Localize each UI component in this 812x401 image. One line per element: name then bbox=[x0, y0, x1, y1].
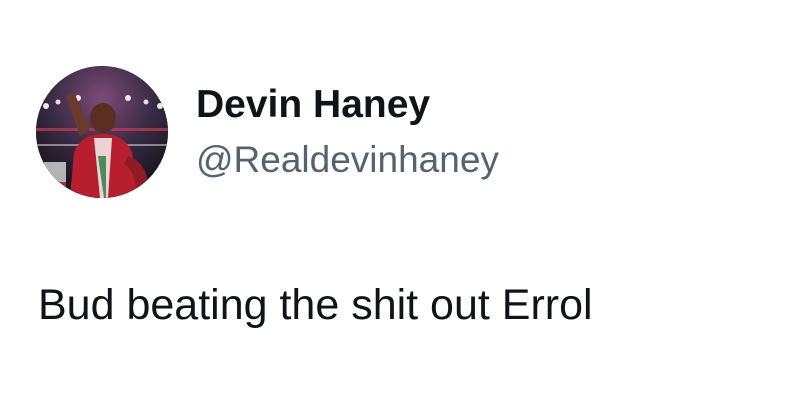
tweet-card: Devin Haney @Realdevinhaney Bud beating … bbox=[0, 0, 812, 401]
author-display-name[interactable]: Devin Haney bbox=[196, 82, 499, 128]
boxer-photo-avatar-icon bbox=[36, 66, 168, 198]
tweet-text: Bud beating the shit out Errol bbox=[38, 281, 593, 329]
author-avatar[interactable] bbox=[36, 66, 168, 198]
author-handle[interactable]: @Realdevinhaney bbox=[196, 138, 499, 182]
author-info: Devin Haney @Realdevinhaney bbox=[196, 82, 499, 182]
